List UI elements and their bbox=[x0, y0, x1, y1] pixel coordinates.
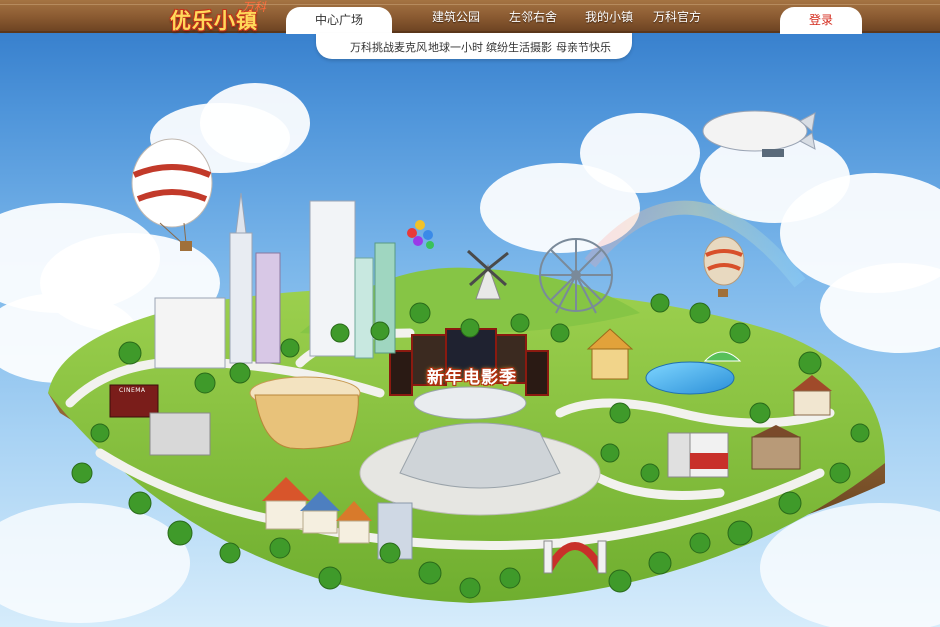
new-year-movie-season-banner[interactable]: 新年电影季 bbox=[416, 363, 528, 388]
tab-vanke-official[interactable]: 万科官方 bbox=[645, 7, 709, 33]
tab-label: 建筑公园 bbox=[431, 10, 480, 24]
login-label: 登录 bbox=[808, 13, 833, 27]
cinema-hotspot[interactable] bbox=[105, 411, 215, 491]
login-button[interactable]: 登录 bbox=[780, 7, 862, 34]
rainbow bbox=[584, 200, 806, 288]
houses-hotspot[interactable] bbox=[255, 473, 415, 563]
tab-architecture-park[interactable]: 建筑公园 bbox=[424, 7, 488, 33]
town-island bbox=[48, 110, 885, 603]
tab-neighbors[interactable]: 左邻右舍 bbox=[501, 7, 565, 33]
hot-air-balloon-small bbox=[703, 236, 745, 297]
tab-label: 中心广场 bbox=[314, 13, 363, 27]
stage-top bbox=[413, 386, 527, 420]
expo-pavilion-hotspot[interactable] bbox=[250, 358, 360, 448]
town-scene: 新年电影季 CINEMA bbox=[0, 33, 940, 627]
ferris-wheel-hotspot[interactable] bbox=[540, 233, 614, 323]
tab-central-plaza[interactable]: 中心广场 bbox=[286, 7, 392, 34]
hot-air-balloon-large bbox=[131, 138, 213, 251]
swimming-pool bbox=[645, 361, 735, 395]
tab-label: 万科官方 bbox=[652, 10, 701, 24]
blimp bbox=[702, 110, 816, 157]
cinema-sign: CINEMA bbox=[119, 387, 146, 394]
tab-my-town[interactable]: 我的小镇 bbox=[577, 7, 641, 33]
tab-label: 左邻右舍 bbox=[508, 10, 557, 24]
plaza-stage bbox=[399, 422, 561, 489]
party-balloons bbox=[407, 220, 434, 249]
right-buildings-hotspot[interactable] bbox=[660, 433, 810, 513]
tab-label: 我的小镇 bbox=[584, 10, 633, 24]
top-navigation-bar: 优乐小镇 万科 中心广场 建筑公园 左邻右舍 我的小镇 万科官方 登录 bbox=[0, 0, 940, 34]
